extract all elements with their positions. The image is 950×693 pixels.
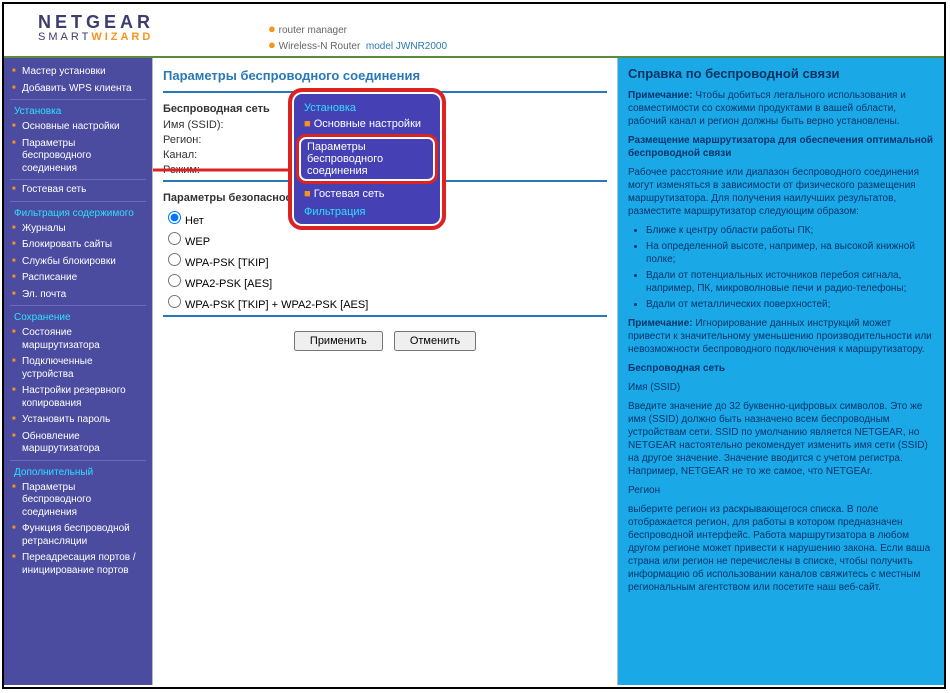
radio-none[interactable] (168, 211, 181, 224)
sidebar-item-basic-settings[interactable]: Основные настройки (4, 119, 152, 136)
sidebar-item-setup-wizard[interactable]: Мастер установки (4, 64, 152, 81)
help-placement-head: Размещение маршрутизатора для обеспечени… (628, 134, 934, 160)
sidebar-item-block-sites[interactable]: Блокировать сайты (4, 237, 152, 254)
security-option-wpa-mixed[interactable]: WPA-PSK [TKIP] + WPA2-PSK [AES] (163, 292, 607, 311)
sidebar-item-router-upgrade[interactable]: Обновление маршрутизатора (4, 429, 152, 458)
page-title: Параметры беспроводного соединения (163, 68, 607, 83)
help-bullet: Вдали от металлических поверхностей; (646, 298, 934, 311)
bullet-icon: ● (268, 37, 276, 52)
help-panel: Справка по беспроводной связи Примечание… (618, 58, 944, 685)
button-row: Применить Отменить (163, 331, 607, 351)
sidebar-item-wireless-settings[interactable]: Параметры беспроводного соединения (4, 136, 152, 178)
radio-wpa-mixed[interactable] (168, 295, 181, 308)
help-ssid-head: Имя (SSID) (628, 381, 934, 394)
sidebar-section-maintenance[interactable]: Сохранение (4, 308, 152, 325)
help-bullet-list: Ближе к центру области работы ПК; На опр… (646, 224, 934, 311)
popup-section-setup: Установка (292, 98, 442, 116)
content-row: Мастер установки Добавить WPS клиента Ус… (4, 58, 944, 685)
help-note-2: Примечание: Игнорирование данных инструк… (628, 317, 934, 356)
help-title: Справка по беспроводной связи (628, 66, 934, 81)
channel-label: Канал: (163, 149, 293, 161)
wizard-text: WIZARD (91, 31, 153, 43)
sidebar-item-wireless-repeating[interactable]: Функция беспроводной ретрансляции (4, 521, 152, 550)
region-label: Регион: (163, 134, 293, 146)
router-manager-label: router manager (279, 25, 347, 36)
header: NETGEAR SMARTWIZARD ● router manager ● W… (4, 4, 944, 58)
main-panel: Параметры беспроводного соединения Беспр… (152, 58, 618, 685)
radio-wpa[interactable] (168, 253, 181, 266)
sidebar-section-setup[interactable]: Установка (4, 102, 152, 119)
help-bullet: Ближе к центру области работы ПК; (646, 224, 934, 237)
radio-wep[interactable] (168, 232, 181, 245)
sidebar-item-schedule[interactable]: Расписание (4, 270, 152, 287)
bullet-icon: ● (268, 21, 276, 36)
security-option-wep[interactable]: WEP (163, 229, 607, 248)
mode-label: Режим: (163, 164, 293, 176)
sidebar-item-logs[interactable]: Журналы (4, 221, 152, 238)
sidebar-item-email[interactable]: Эл. почта (4, 287, 152, 304)
popup-item-guest: ■ Гостевая сеть (292, 186, 442, 202)
sidebar-section-filtering[interactable]: Фильтрация содержимого (4, 204, 152, 221)
sidebar-item-add-wps[interactable]: Добавить WPS клиента (4, 81, 152, 98)
help-region-text: выберите регион из раскрывающегося списк… (628, 503, 934, 594)
sidebar-item-block-services[interactable]: Службы блокировки (4, 254, 152, 271)
popup-section-filtering: Фильтрация (292, 202, 442, 220)
sidebar-item-port-forwarding[interactable]: Переадресация портов / инициирование пор… (4, 550, 152, 579)
security-option-wpa[interactable]: WPA-PSK [TKIP] (163, 250, 607, 269)
help-bullet: Вдали от потенциальных источников перебо… (646, 269, 934, 295)
subheader: ● router manager ● Wireless-N Router mod… (268, 21, 944, 52)
model-label: model JWNR2000 (366, 41, 447, 52)
sidebar-item-attached-devices[interactable]: Подключенные устройства (4, 354, 152, 383)
help-placement-intro: Рабочее расстояние или диапазон беспрово… (628, 166, 934, 218)
sidebar-item-backup-settings[interactable]: Настройки резервного копирования (4, 383, 152, 412)
radio-wpa2[interactable] (168, 274, 181, 287)
sidebar-item-guest-network[interactable]: Гостевая сеть (4, 182, 152, 199)
help-region-head: Регион (628, 484, 934, 497)
popup-item-wireless-highlight: Параметры беспроводного соединения (296, 134, 438, 184)
help-bullet: На определенной высоте, например, на выс… (646, 240, 934, 266)
ssid-label: Имя (SSID): (163, 119, 293, 131)
router-line-label: Wireless-N Router (279, 41, 361, 52)
app-window: NETGEAR SMARTWIZARD ● router manager ● W… (2, 2, 946, 689)
smart-text: SMART (38, 31, 91, 43)
sidebar-item-set-password[interactable]: Установить пароль (4, 412, 152, 429)
sidebar-item-adv-wireless[interactable]: Параметры беспроводного соединения (4, 480, 152, 522)
help-note-1: Примечание: Чтобы добиться легального ис… (628, 89, 934, 128)
sidebar: Мастер установки Добавить WPS клиента Ус… (4, 58, 152, 685)
popup-item-basic: ■ Основные настройки (292, 116, 442, 132)
help-wireless-head: Беспроводная сеть (628, 362, 934, 375)
callout-popup: Установка ■ Основные настройки Параметры… (288, 88, 446, 230)
help-ssid-text: Введите значение до 32 буквенно-цифровых… (628, 400, 934, 478)
apply-button[interactable]: Применить (294, 331, 383, 351)
cancel-button[interactable]: Отменить (394, 331, 476, 351)
security-option-wpa2[interactable]: WPA2-PSK [AES] (163, 271, 607, 290)
sidebar-item-router-status[interactable]: Состояние маршрутизатора (4, 325, 152, 354)
sidebar-section-advanced[interactable]: Дополнительный (4, 463, 152, 480)
